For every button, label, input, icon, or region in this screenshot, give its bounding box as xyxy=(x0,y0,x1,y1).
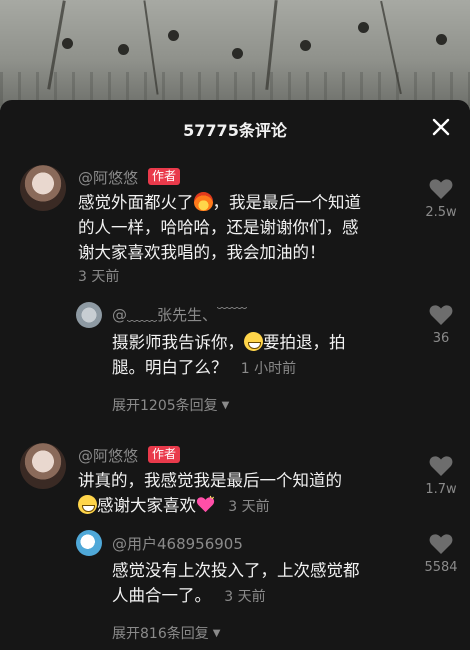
video-background xyxy=(0,0,470,110)
fence-dot xyxy=(436,34,447,45)
avatar[interactable] xyxy=(20,443,66,489)
comment-text: 讲真的，我感觉我是最后一个知道的 感谢大家喜欢 3 天前 xyxy=(78,468,408,520)
fence-dot xyxy=(118,44,129,55)
fence-dot xyxy=(62,38,73,49)
reply-username[interactable]: @用户468956905 xyxy=(112,533,243,554)
reply-text-line: 感觉没有上次投入了，上次感觉都 xyxy=(112,561,360,580)
like-count: 5584 xyxy=(424,560,458,575)
comment-thread: @阿悠悠 作者 讲真的，我感觉我是最后一个知道的 感谢大家喜欢 3 天前 1.7… xyxy=(0,100,470,650)
fence-dot xyxy=(232,48,243,59)
pink-heart-emoji-icon xyxy=(196,495,215,514)
comments-panel: 57775条评论 @阿悠悠 作者 感觉外面都火了 ，我是最后一个知道 的人一样，哈… xyxy=(0,100,470,650)
author-badge: 作者 xyxy=(148,446,181,463)
reply-text: 感觉没有上次投入了，上次感觉都 人曲合一了。 3 天前 xyxy=(112,558,402,610)
comment-timestamp: 3 天前 xyxy=(228,499,270,515)
heart-outline-icon xyxy=(429,534,453,554)
reply-text-segment: 人曲合一了。 xyxy=(112,586,211,605)
comment-text-line: 讲真的，我感觉我是最后一个知道的 xyxy=(78,471,342,490)
caret-down-icon: ▼ xyxy=(212,628,221,639)
comment-text-segment: 感谢大家喜欢 xyxy=(97,496,196,515)
fence-dot xyxy=(168,30,179,41)
reply-timestamp: 3 天前 xyxy=(224,589,266,605)
fence-dot xyxy=(300,40,311,51)
like-button[interactable]: 1.7w xyxy=(421,454,461,497)
expand-replies-label: 展开816条回复 xyxy=(112,626,209,642)
fence-dot xyxy=(358,22,369,33)
reply-like-button[interactable]: 5584 xyxy=(421,532,461,575)
comment-username[interactable]: @阿悠悠 xyxy=(78,445,138,466)
heart-outline-icon xyxy=(429,456,453,476)
reply-avatar[interactable] xyxy=(76,530,102,556)
expand-replies-button[interactable]: 展开816条回复 ▼ xyxy=(112,623,220,643)
like-count: 1.7w xyxy=(425,482,457,497)
grin-emoji-icon xyxy=(78,495,97,514)
